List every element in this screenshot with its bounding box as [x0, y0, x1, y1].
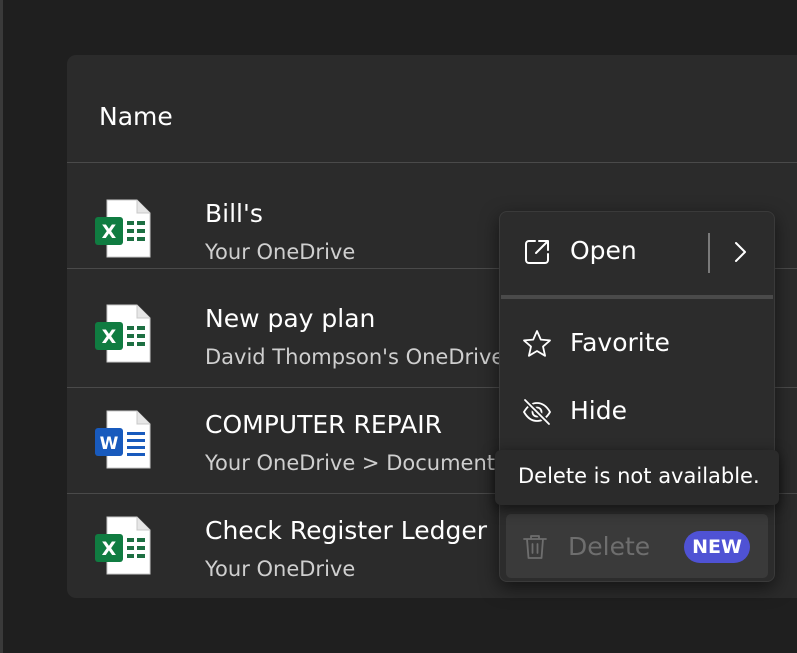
svg-text:X: X [102, 538, 117, 560]
word-file-icon: W [95, 410, 151, 469]
open-menu-item[interactable]: Open [508, 220, 766, 280]
context-menu: Open Favorite Hide Delete NEW [499, 211, 775, 582]
file-location: Your OneDrive [205, 240, 356, 264]
new-badge: NEW [684, 531, 750, 563]
excel-file-icon: X [95, 304, 151, 363]
svg-text:X: X [102, 221, 117, 243]
split-divider [708, 233, 710, 273]
eye-off-icon [522, 398, 552, 426]
column-header-name[interactable]: Name [99, 102, 173, 131]
window-edge [0, 0, 3, 653]
tooltip-text: Delete is not available. [518, 464, 760, 488]
open-label: Open [570, 236, 637, 265]
menu-divider [501, 295, 773, 299]
file-location: Your OneDrive > Documents [205, 451, 506, 475]
hide-menu-item[interactable]: Hide [508, 380, 766, 440]
star-icon [523, 330, 551, 357]
list-header: Name [67, 55, 797, 163]
file-title[interactable]: Check Register Ledger [205, 516, 487, 545]
favorite-menu-item[interactable]: Favorite [508, 312, 766, 372]
svg-text:X: X [102, 326, 117, 348]
chevron-right-icon[interactable] [728, 240, 752, 264]
file-location: David Thompson's OneDrive [205, 345, 505, 369]
file-title[interactable]: New pay plan [205, 304, 375, 333]
file-title[interactable]: Bill's [205, 199, 263, 228]
favorite-label: Favorite [570, 328, 670, 357]
excel-file-icon: X [95, 199, 151, 258]
file-title[interactable]: COMPUTER REPAIR [205, 410, 442, 439]
tooltip: Delete is not available. [495, 450, 779, 505]
open-external-icon [525, 240, 549, 264]
delete-menu-item[interactable]: Delete NEW [506, 514, 768, 578]
file-location: Your OneDrive [205, 557, 356, 581]
trash-icon [523, 535, 547, 559]
svg-text:W: W [100, 434, 119, 454]
excel-file-icon: X [95, 516, 151, 575]
delete-label: Delete [568, 532, 651, 561]
hide-label: Hide [570, 396, 627, 425]
